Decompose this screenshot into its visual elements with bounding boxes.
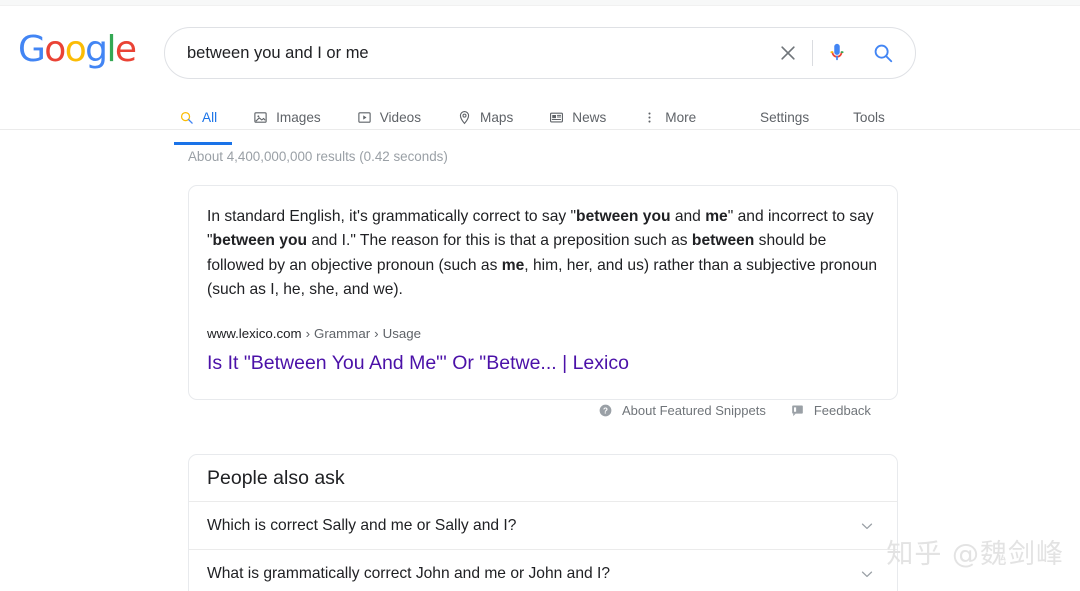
chevron-down-icon[interactable] xyxy=(857,516,877,536)
tab-news-label: News xyxy=(572,109,607,125)
about-featured-snippets-link[interactable]: ? About Featured Snippets xyxy=(598,403,766,418)
logo-letter-5: e xyxy=(114,29,137,70)
search-header: Google between you and I or me All Image… xyxy=(0,6,1080,145)
people-also-ask-question-2[interactable]: What is grammatically correct John and m… xyxy=(189,550,897,591)
map-pin-icon xyxy=(456,109,473,126)
search-icon xyxy=(874,44,893,63)
source-domain: www.lexico.com xyxy=(207,326,302,341)
svg-text:?: ? xyxy=(603,406,608,415)
tab-more-label: More xyxy=(665,109,697,125)
tools-link[interactable]: Tools xyxy=(853,110,885,125)
search-tabs: All Images Videos Maps News More xyxy=(174,98,731,145)
settings-link[interactable]: Settings xyxy=(760,110,809,125)
logo-letter-1: o xyxy=(44,29,66,70)
header-right-links: Settings Tools xyxy=(760,98,1080,136)
active-tab-indicator xyxy=(174,142,232,145)
question-text: What is grammatically correct John and m… xyxy=(207,564,611,582)
google-logo[interactable]: Google xyxy=(18,29,137,70)
search-divider xyxy=(812,40,813,66)
featured-snippet-footer: ? About Featured Snippets Feedback xyxy=(598,403,895,418)
breadcrumb-separator-2: › xyxy=(374,326,379,341)
more-vertical-icon xyxy=(641,109,658,126)
video-icon xyxy=(356,109,373,126)
close-icon xyxy=(781,46,795,60)
voice-search-button[interactable] xyxy=(815,31,859,75)
tab-images-label: Images xyxy=(276,109,321,125)
feedback-flag-icon xyxy=(792,405,803,417)
logo-letter-2: o xyxy=(64,29,87,70)
breadcrumb-usage: Usage xyxy=(382,326,422,341)
question-text: Which is correct Sally and me or Sally a… xyxy=(207,516,517,534)
featured-snippet-text: In standard English, it's grammatically … xyxy=(207,208,878,298)
tab-more[interactable]: More xyxy=(641,98,710,136)
zhihu-watermark: 知乎 @魏剑峰 xyxy=(886,539,1064,570)
people-also-ask-card: People also ask Which is correct Sally a… xyxy=(188,454,898,591)
tab-maps[interactable]: Maps xyxy=(456,98,527,136)
featured-snippet-card: In standard English, it's grammatically … xyxy=(188,185,898,400)
logo-letter-4: l xyxy=(106,29,116,70)
tab-news[interactable]: News xyxy=(548,98,620,136)
search-box[interactable] xyxy=(164,27,916,79)
clear-search-button[interactable] xyxy=(766,31,810,75)
tab-videos-label: Videos xyxy=(379,109,422,125)
chevron-down-icon[interactable] xyxy=(857,564,877,584)
featured-snippet-source-url[interactable]: www.lexico.com › Grammar › Usage xyxy=(207,326,421,341)
search-icon xyxy=(178,109,195,126)
google-search-results-page: Google between you and I or me All Image… xyxy=(0,0,1080,591)
logo-letter-0: G xyxy=(18,29,46,70)
logo-letter-3: g xyxy=(85,29,108,70)
microphone-icon xyxy=(830,43,844,61)
image-icon xyxy=(252,109,269,126)
tab-images[interactable]: Images xyxy=(252,98,335,136)
about-featured-snippets-label: About Featured Snippets xyxy=(622,403,766,418)
people-also-ask-title: People also ask xyxy=(189,455,897,502)
search-input[interactable] xyxy=(165,38,766,68)
result-stats: About 4,400,000,000 results (0.42 second… xyxy=(188,149,448,164)
feedback-link[interactable]: Feedback xyxy=(790,403,871,418)
breadcrumb-separator-1: › xyxy=(305,326,311,341)
tab-all-label: All xyxy=(202,109,218,125)
news-icon xyxy=(548,109,565,126)
breadcrumb-grammar: Grammar xyxy=(314,326,371,341)
help-circle-icon: ? xyxy=(599,404,612,417)
tab-maps-label: Maps xyxy=(480,109,514,125)
tab-all[interactable]: All xyxy=(174,98,232,145)
feedback-label: Feedback xyxy=(813,403,871,418)
search-submit-button[interactable] xyxy=(859,31,907,75)
tab-videos[interactable]: Videos xyxy=(356,98,435,136)
people-also-ask-question-1[interactable]: Which is correct Sally and me or Sally a… xyxy=(189,502,897,550)
featured-snippet-title-link[interactable]: Is It "Between You And Me"' Or "Betwe...… xyxy=(207,350,629,376)
